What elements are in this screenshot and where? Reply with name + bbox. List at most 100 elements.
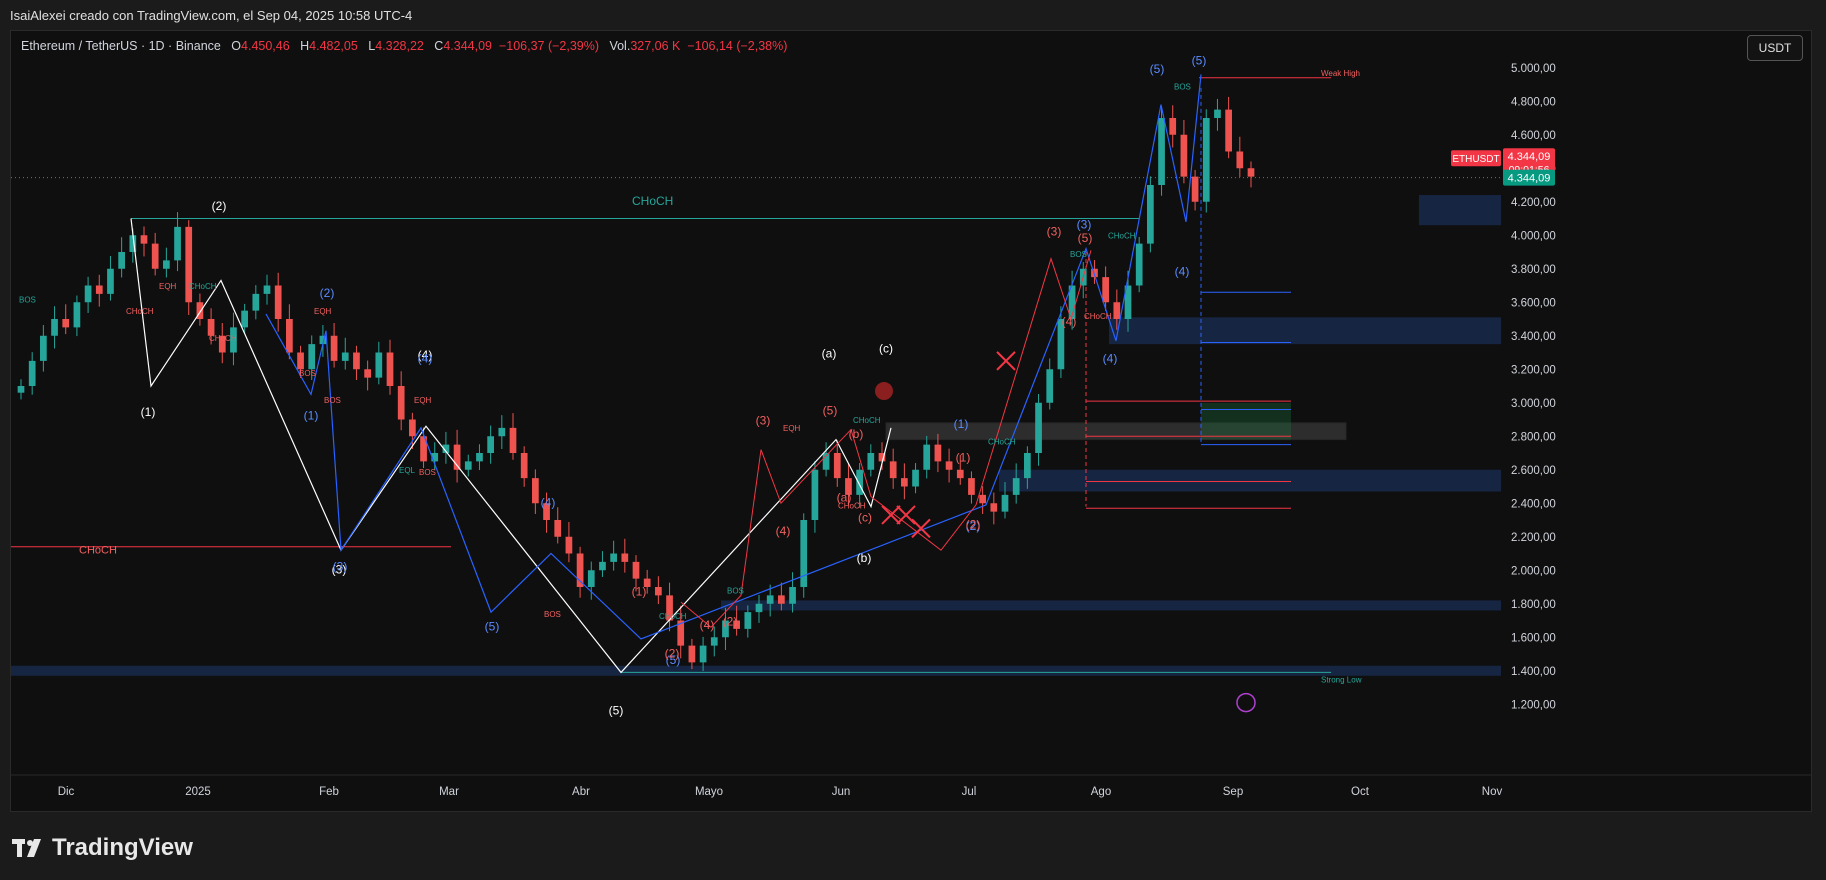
candle-body xyxy=(655,587,662,596)
candle-body xyxy=(979,494,986,504)
annotation-label: BOS xyxy=(19,295,36,304)
candle-body xyxy=(274,285,282,319)
candle-body xyxy=(688,645,696,663)
candle-body xyxy=(867,453,875,470)
candle-body xyxy=(297,352,304,370)
y-tick-label: 1.800,00 xyxy=(1511,599,1556,611)
wave-label: (5) xyxy=(1192,53,1207,67)
low-value: 4.328,22 xyxy=(375,39,424,53)
annotation-label: EQH xyxy=(783,424,801,433)
open-value: 4.450,46 xyxy=(241,39,290,53)
candle-body xyxy=(73,302,81,328)
candle-body xyxy=(464,461,472,470)
annotation-label: EQH xyxy=(414,396,432,405)
candle-body xyxy=(364,369,371,378)
candle-body xyxy=(252,293,260,311)
volume-label: Vol. xyxy=(609,39,631,53)
x-tick-label: Jul xyxy=(962,786,977,798)
candle-body xyxy=(84,285,92,303)
candle-body xyxy=(532,478,539,504)
x-tick-label: Dic xyxy=(58,786,75,798)
annotation-label: Weak High xyxy=(1321,69,1360,78)
candle-body xyxy=(28,360,36,386)
x-marker xyxy=(996,351,1016,371)
wave-label: (5) xyxy=(609,703,624,717)
price-chart[interactable]: (2)(1)(4)(3)(5)(a) (c)(b)(2)(1)(3)(4)(5)(… xyxy=(11,31,1811,811)
candle-body xyxy=(1225,109,1232,152)
candle-body xyxy=(1102,277,1109,303)
candle-body xyxy=(610,553,617,562)
zone-rect xyxy=(999,469,1501,492)
wave-label: (b) xyxy=(857,551,872,565)
candle-body xyxy=(1046,369,1054,403)
candle-body xyxy=(710,637,718,646)
candle-body xyxy=(263,285,271,294)
volume-change: −106,14 (−2,38%) xyxy=(687,39,788,53)
candle-body xyxy=(1191,176,1199,202)
wave-label: (5) xyxy=(1150,62,1165,76)
tradingview-logo[interactable]: TradingView xyxy=(12,834,193,862)
candle-body xyxy=(565,536,573,554)
wave-label: (c) xyxy=(879,342,893,356)
x-tick-label: Sep xyxy=(1223,786,1243,798)
candle-body xyxy=(856,469,863,495)
wave-label: (a) xyxy=(822,347,837,361)
y-tick-label: 1.400,00 xyxy=(1511,666,1556,678)
open-label: O xyxy=(231,39,242,53)
y-tick-label: 2.200,00 xyxy=(1511,532,1556,544)
y-tick-label: 3.800,00 xyxy=(1511,264,1556,276)
candle-body xyxy=(744,612,752,629)
candle-body xyxy=(1180,134,1188,177)
y-tick-label: 4.200,00 xyxy=(1511,197,1556,209)
wave-label: (3) xyxy=(756,414,771,428)
chart-area[interactable]: (2) (1) (4) (3) (5) (a) (c) (b) (2) (1) (3) (4) (5)(… xyxy=(10,30,1812,812)
tradingview-logo-icon xyxy=(12,839,41,857)
currency-button[interactable]: USDT xyxy=(1747,35,1803,61)
candle-body xyxy=(1012,478,1020,495)
candle-body xyxy=(1202,118,1210,202)
annotation-label: CHoCH xyxy=(189,282,217,291)
candle-body xyxy=(576,553,584,587)
candle-body xyxy=(498,427,506,437)
annotation-label: Strong Low xyxy=(1321,675,1362,684)
zone-rect xyxy=(1419,195,1501,226)
candle-body xyxy=(1169,118,1177,135)
y-tick-label: 4.600,00 xyxy=(1511,130,1556,142)
wave-label: (3) xyxy=(1047,224,1062,238)
annotation-label: EQH xyxy=(314,307,332,316)
candle-body xyxy=(185,226,193,303)
price-badge-value: 4.344,09 xyxy=(1508,151,1551,163)
wave-label: (4) xyxy=(418,352,433,366)
x-marker xyxy=(896,505,916,525)
candle-body xyxy=(353,352,360,370)
candle-body xyxy=(40,335,47,361)
candle-body xyxy=(1035,402,1042,453)
annotation-label: CHoCH xyxy=(79,545,117,557)
zone-green xyxy=(1201,402,1291,440)
candle-body xyxy=(375,352,383,378)
candle-body xyxy=(140,235,148,244)
candle-body xyxy=(520,453,528,479)
alert-icon xyxy=(1236,692,1256,713)
candle-body xyxy=(990,503,998,512)
candle-body xyxy=(476,453,483,462)
annotation-label: CHoCH xyxy=(853,416,881,425)
annotation-label: EQL xyxy=(399,466,416,475)
x-tick-label: 2025 xyxy=(185,786,211,798)
y-tick-label: 3.200,00 xyxy=(1511,364,1556,376)
x-tick-label: Abr xyxy=(572,786,590,798)
wave-label: (4) xyxy=(776,524,791,538)
footer-brand: TradingView xyxy=(52,834,193,861)
wave-label: (5) xyxy=(485,620,500,634)
x-tick-label: Feb xyxy=(319,786,339,798)
annotation-label: BOS xyxy=(324,396,341,405)
zone-rect xyxy=(1109,317,1501,345)
candle-body xyxy=(286,319,293,353)
annotation-label: BOS xyxy=(299,369,316,378)
wave-label: (2) xyxy=(665,646,680,660)
candle-body xyxy=(901,478,908,487)
candle-body xyxy=(487,436,494,453)
candle-body xyxy=(241,310,248,328)
symbol-legend: Ethereum / TetherUS · 1D · Binance O4.45… xyxy=(21,39,787,53)
candle-body xyxy=(599,561,606,571)
